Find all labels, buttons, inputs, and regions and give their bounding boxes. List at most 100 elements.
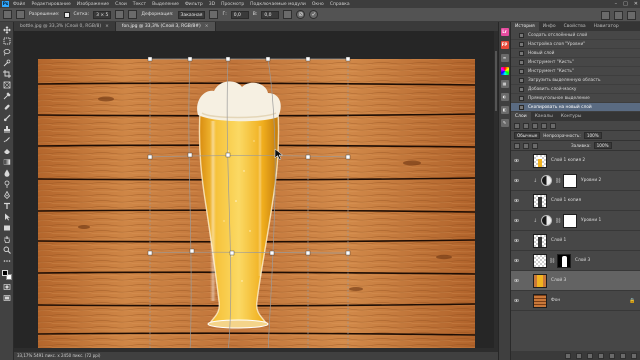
- tab-channels[interactable]: Каналы: [531, 112, 557, 121]
- layer-row[interactable]: ↓ ⛓ Уровни 1: [511, 211, 640, 231]
- new-group-icon[interactable]: [609, 352, 615, 359]
- new-layer-icon[interactable]: [620, 352, 626, 359]
- filter-kind-icon[interactable]: [514, 122, 520, 129]
- history-item-selected[interactable]: Скопировать на новый слой: [511, 103, 640, 112]
- menu-layers[interactable]: Слои: [115, 2, 127, 7]
- history-item[interactable]: Настройка слоя "Уровни": [511, 40, 640, 49]
- opacity-field[interactable]: 100%: [583, 132, 602, 139]
- libraries-icon[interactable]: Lr: [500, 28, 509, 36]
- tab-layers[interactable]: Слои: [511, 112, 531, 121]
- pen-tool-icon[interactable]: [2, 191, 11, 199]
- toggle-mode-icon[interactable]: [283, 10, 293, 19]
- visibility-eye-icon[interactable]: [514, 158, 519, 163]
- layer-name[interactable]: Слой 3: [551, 278, 566, 283]
- hand-tool-icon[interactable]: [2, 235, 11, 243]
- healing-brush-tool-icon[interactable]: [2, 103, 11, 111]
- workspace-icon[interactable]: [614, 11, 623, 20]
- commit-transform-button[interactable]: ✓: [309, 10, 319, 19]
- layer-row[interactable]: Слой 1 копия 2: [511, 151, 640, 171]
- layer-name[interactable]: Слой 1 копия 2: [551, 158, 585, 163]
- quick-mask-icon[interactable]: [2, 283, 11, 291]
- warp-tool-icon[interactable]: [3, 10, 12, 19]
- close-tab-icon[interactable]: ×: [205, 24, 209, 29]
- layer-name[interactable]: Фон: [551, 298, 560, 303]
- visibility-eye-icon[interactable]: [514, 238, 519, 243]
- layer-mask-thumbnail[interactable]: [557, 254, 571, 268]
- history-item[interactable]: Инструмент "Кисть": [511, 58, 640, 67]
- layer-name[interactable]: Слой 1 копия: [551, 198, 581, 203]
- shape-tool-icon[interactable]: [2, 224, 11, 232]
- history-item[interactable]: Новый слой: [511, 49, 640, 58]
- visibility-eye-icon[interactable]: [514, 258, 519, 263]
- tab-paths[interactable]: Контуры: [557, 112, 586, 121]
- tab-history[interactable]: История: [511, 22, 539, 31]
- history-item[interactable]: Инструмент "Кисть": [511, 67, 640, 76]
- menu-view[interactable]: Просмотр: [221, 2, 244, 7]
- brush-tool-icon[interactable]: [2, 114, 11, 122]
- menu-3d[interactable]: 3D: [209, 2, 215, 7]
- lock-pixels-icon[interactable]: [514, 142, 520, 149]
- dodge-tool-icon[interactable]: [2, 180, 11, 188]
- paths-panel-icon[interactable]: ✎: [500, 119, 509, 127]
- adjustments-panel-icon[interactable]: ◐: [500, 93, 509, 101]
- add-mask-icon[interactable]: [587, 352, 593, 359]
- layer-row[interactable]: Слой 1 копия: [511, 191, 640, 211]
- styles-panel-icon[interactable]: ◧: [500, 106, 509, 114]
- menu-image[interactable]: Изображение: [77, 2, 109, 7]
- move-tool-icon[interactable]: [2, 26, 11, 34]
- warp-select[interactable]: Заказная: [177, 10, 206, 19]
- split-icon[interactable]: [115, 10, 125, 19]
- v-field[interactable]: 0,0: [261, 10, 280, 19]
- h-field[interactable]: 0,0: [230, 10, 249, 19]
- layer-name[interactable]: Слой 1: [551, 238, 566, 243]
- eyedropper-tool-icon[interactable]: [2, 92, 11, 100]
- color-swatches[interactable]: [1, 270, 12, 280]
- gradient-tool-icon[interactable]: [2, 158, 11, 166]
- tab-info[interactable]: Инфо: [539, 22, 560, 31]
- close-tab-icon[interactable]: ×: [105, 24, 109, 29]
- menu-select[interactable]: Выделение: [152, 2, 179, 7]
- path-select-tool-icon[interactable]: [2, 213, 11, 221]
- brush-panel-icon[interactable]: ≈: [500, 54, 509, 62]
- layer-row[interactable]: ↓ ⛓ Уровни 2: [511, 171, 640, 191]
- history-item[interactable]: Прямоугольное выделение: [511, 94, 640, 103]
- blend-mode-select[interactable]: Обычные: [514, 132, 541, 139]
- link-layers-icon[interactable]: [565, 352, 571, 359]
- menu-text[interactable]: Текст: [133, 2, 146, 7]
- visibility-eye-icon[interactable]: [514, 298, 519, 303]
- lock-all-icon[interactable]: [532, 142, 538, 149]
- type-tool-icon[interactable]: [2, 202, 11, 210]
- quick-select-tool-icon[interactable]: [2, 59, 11, 67]
- tab-fon[interactable]: fon.jpg @ 33,3% (Слой 3, RGB/8#) ×: [115, 22, 216, 31]
- zoom-tool-icon[interactable]: [2, 246, 11, 254]
- visibility-eye-icon[interactable]: [514, 278, 519, 283]
- filter-type-icon[interactable]: [541, 122, 547, 129]
- filter-pixel-icon[interactable]: [523, 122, 529, 129]
- split-vertical-icon[interactable]: [128, 10, 138, 19]
- marquee-tool-icon[interactable]: [2, 37, 11, 45]
- visibility-eye-icon[interactable]: [514, 178, 519, 183]
- swatches-panel-icon[interactable]: ▦: [500, 80, 509, 88]
- minimize-button[interactable]: –: [615, 1, 618, 7]
- lock-position-icon[interactable]: [523, 142, 529, 149]
- tab-bottle[interactable]: bottle.jpg @ 33,3% (Слой 0, RGB/8) ×: [14, 22, 116, 31]
- layer-row[interactable]: Слой 1: [511, 231, 640, 251]
- visibility-eye-icon[interactable]: [514, 218, 519, 223]
- lasso-tool-icon[interactable]: [2, 48, 11, 56]
- history-item[interactable]: Загрузить выделенную область: [511, 76, 640, 85]
- fx-icon[interactable]: [576, 352, 582, 359]
- document-canvas[interactable]: [14, 31, 498, 352]
- canvas-area[interactable]: [14, 31, 498, 352]
- frame-icon[interactable]: FP: [500, 41, 509, 49]
- foreground-color-swatch[interactable]: [1, 270, 8, 276]
- layer-name[interactable]: Слой 3: [575, 258, 590, 263]
- orientation-icon[interactable]: [209, 10, 219, 19]
- share-icon[interactable]: [627, 11, 636, 20]
- menu-file[interactable]: Файл: [13, 2, 25, 7]
- close-button[interactable]: ✕: [634, 1, 638, 7]
- stamp-tool-icon[interactable]: [2, 125, 11, 133]
- crop-tool-icon[interactable]: [2, 70, 11, 78]
- eraser-tool-icon[interactable]: [2, 147, 11, 155]
- history-item[interactable]: Создать отслоённый слой: [511, 31, 640, 40]
- search-icon[interactable]: [601, 11, 610, 20]
